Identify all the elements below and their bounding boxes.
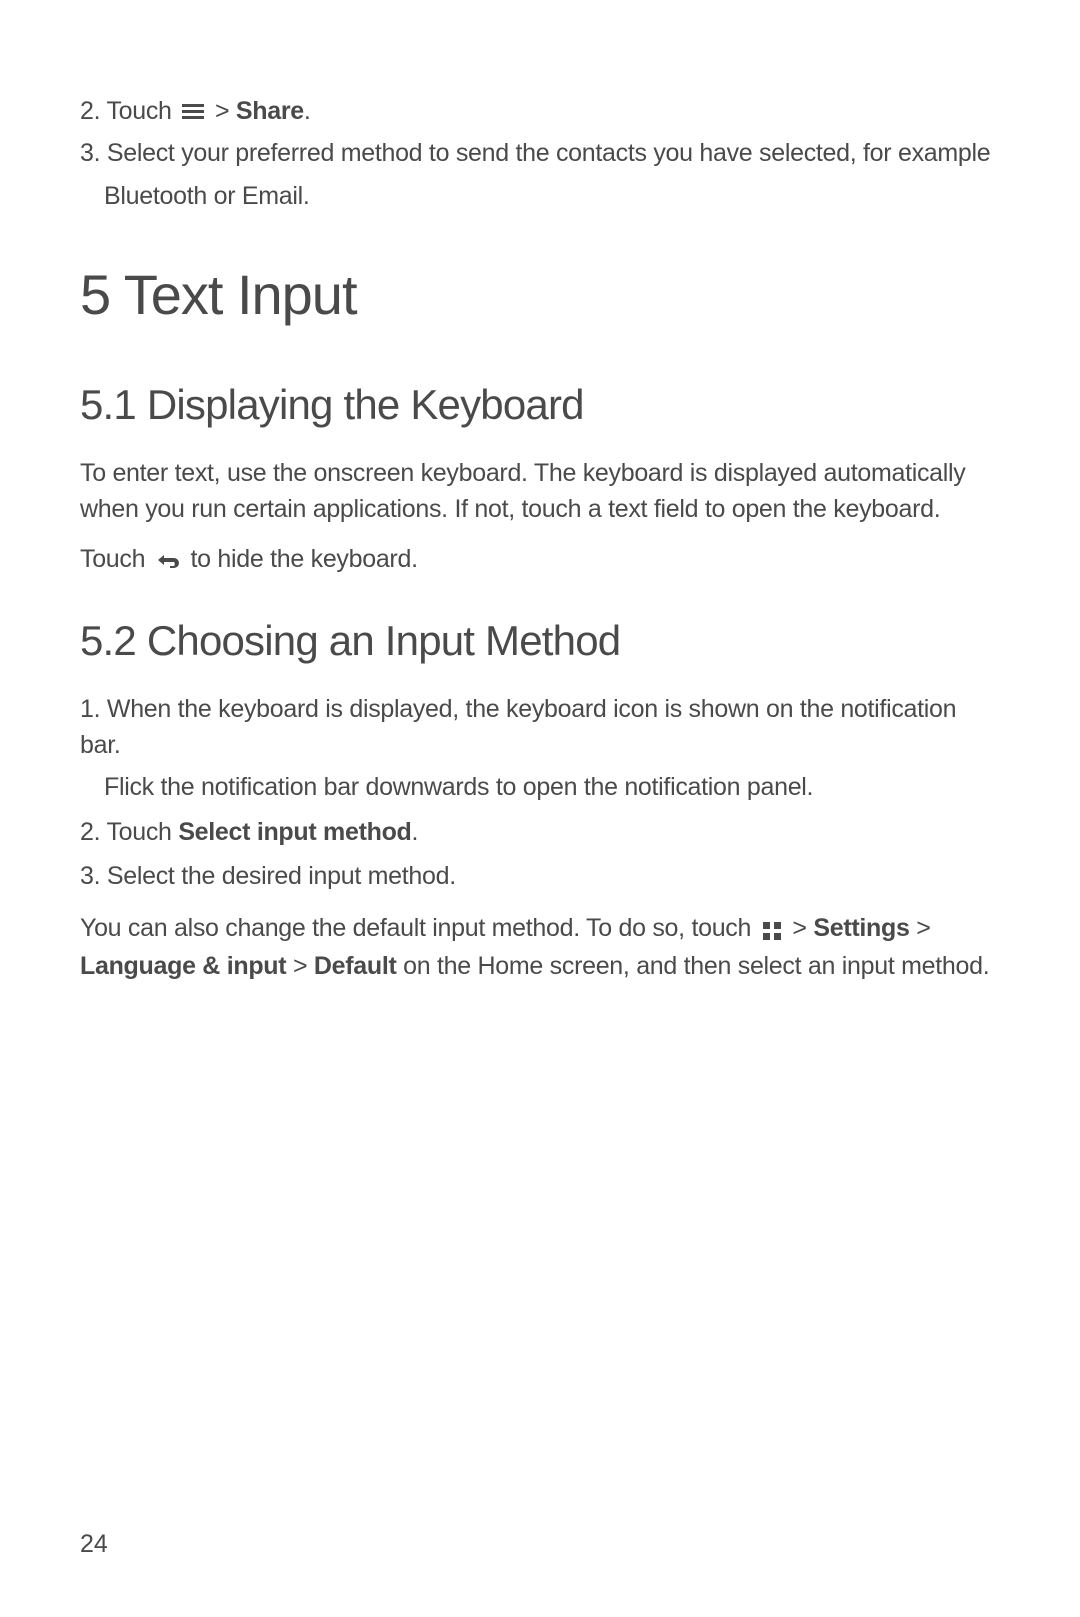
s52-step2: 2. Touch Select input method. — [80, 814, 1000, 850]
s52-langinput: Language & input — [80, 952, 286, 980]
step2-prefix: 2. Touch — [80, 97, 178, 125]
share-step: 2. Touch > Share. — [80, 93, 1000, 129]
step2-end: . — [304, 97, 311, 125]
s52-sep3: > — [286, 952, 314, 980]
s52-step1-cont: Flick the notification bar downwards to … — [80, 769, 1000, 805]
step2-bold: Share — [236, 97, 304, 125]
s52-para-prefix: You can also change the default input me… — [80, 914, 758, 942]
menu-icon — [182, 104, 204, 120]
step3-cont: Bluetooth or Email. — [80, 178, 1000, 214]
s52-sep1: > — [792, 914, 813, 942]
s52-para-suffix: on the Home screen, and then select an i… — [397, 952, 990, 980]
s52-default-para: You can also change the default input me… — [80, 910, 1000, 984]
step3: 3. Select your preferred method to send … — [80, 135, 1000, 171]
section-5-1-title: 5.1 Displaying the Keyboard — [80, 381, 1000, 429]
step2-suffix: > — [215, 97, 236, 125]
section-5-1-para1: To enter text, use the onscreen keyboard… — [80, 455, 1000, 528]
apps-icon — [762, 911, 782, 947]
s52-step3: 3. Select the desired input method. — [80, 858, 1000, 894]
hide-prefix: Touch — [80, 545, 152, 573]
hide-suffix: to hide the keyboard. — [191, 545, 418, 573]
s52-sep2: > — [910, 914, 931, 942]
s52-step2-prefix: 2. Touch — [80, 818, 178, 846]
section-5-1-hide: Touch to hide the keyboard. — [80, 541, 1000, 579]
step3-line1: 3. Select your preferred method to send … — [80, 139, 990, 167]
s52-settings: Settings — [813, 914, 909, 942]
s52-step1-line1: 1. When the keyboard is displayed, the k… — [80, 695, 956, 759]
s52-step1-line2: Flick the notification bar downwards to … — [104, 773, 813, 801]
s52-default: Default — [314, 952, 397, 980]
chapter-title: 5 Text Input — [80, 262, 1000, 327]
step3-line2: Bluetooth or Email. — [104, 182, 310, 210]
s52-step2-end: . — [412, 818, 419, 846]
back-icon — [156, 543, 180, 579]
s52-step1: 1. When the keyboard is displayed, the k… — [80, 691, 1000, 764]
section-5-2-title: 5.2 Choosing an Input Method — [80, 617, 1000, 665]
s52-step2-bold: Select input method — [178, 818, 411, 846]
page-number: 24 — [80, 1530, 108, 1559]
